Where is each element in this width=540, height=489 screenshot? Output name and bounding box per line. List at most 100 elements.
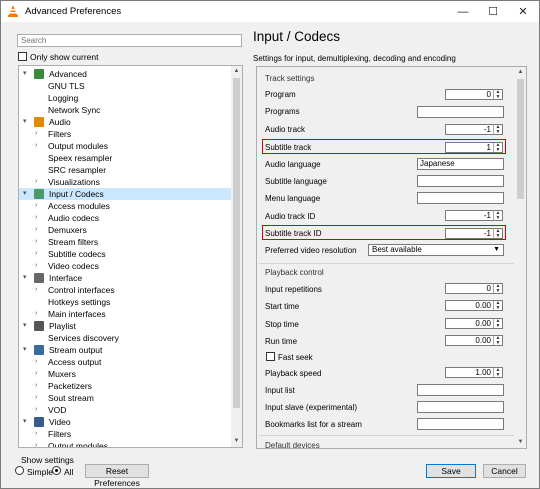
tree-item[interactable]: › Access output [19,356,231,368]
tree-item[interactable]: › Output modules [19,140,231,152]
audio-track-stepper[interactable]: -1 ▲ ▼ [445,124,503,135]
subtitle-track-id-stepper[interactable]: -1 ▲ ▼ [445,228,503,239]
tree-item[interactable]: › Access modules [19,200,231,212]
chevron-right-icon[interactable]: › [35,392,37,404]
chevron-down-icon[interactable]: ▾ [23,320,27,332]
close-button[interactable]: ✕ [508,1,538,22]
tree-item[interactable]: › Video codecs [19,260,231,272]
stepper-arrows-icon[interactable]: ▲ ▼ [493,229,502,238]
tree-item[interactable]: › Packetizers [19,380,231,392]
chevron-down-icon[interactable]: ▾ [23,272,27,284]
stepper-arrows-icon[interactable]: ▲ ▼ [493,211,502,220]
chevron-right-icon[interactable]: › [35,260,37,272]
tree-item[interactable]: ▾ Video [19,416,231,428]
settings-scroll-thumb[interactable] [517,79,524,199]
tree-item[interactable]: › Demuxers [19,224,231,236]
chevron-right-icon[interactable]: › [35,440,37,447]
tree-item[interactable]: SRC resampler [19,164,231,176]
tree-item[interactable]: ▾ Input / Codecs [19,188,231,200]
stepper-arrows-icon[interactable]: ▲ ▼ [493,336,502,345]
chevron-right-icon[interactable]: › [35,284,37,296]
tree-item[interactable]: › Filters [19,128,231,140]
chevron-down-icon[interactable]: ▾ [23,344,27,356]
chevron-right-icon[interactable]: › [35,380,37,392]
stepper-arrows-icon[interactable]: ▲ ▼ [493,368,502,377]
chevron-right-icon[interactable]: › [35,368,37,380]
chevron-right-icon[interactable]: › [35,176,37,188]
program-stepper[interactable]: 0 ▲ ▼ [445,89,503,100]
subtitle-track-stepper[interactable]: 1 ▲ ▼ [445,142,503,153]
only-show-current-checkbox[interactable] [18,52,27,61]
stepper-arrows-icon[interactable]: ▲ ▼ [493,125,502,134]
tree-item[interactable]: ▾ Stream output [19,344,231,356]
stepper-arrows-icon[interactable]: ▲ ▼ [493,319,502,328]
tree-item[interactable]: GNU TLS [19,80,231,92]
tree-item[interactable]: Services discovery [19,332,231,344]
settings-scrollbar[interactable]: ▲ ▼ [515,67,526,448]
tree-item[interactable]: › Control interfaces [19,284,231,296]
tree-item[interactable]: › Visualizations [19,176,231,188]
reset-preferences-button[interactable]: Reset Preferences [85,464,149,488]
chevron-down-icon[interactable]: ▾ [23,68,27,80]
simple-radio[interactable] [15,466,24,475]
chevron-right-icon[interactable]: › [35,248,37,260]
tree-scroll-thumb[interactable] [233,78,240,408]
subtitle-language-input[interactable] [417,175,504,187]
tree-item[interactable]: Logging [19,92,231,104]
tree-item[interactable]: › Audio codecs [19,212,231,224]
tree-item[interactable]: › Output modules [19,440,231,447]
all-radio[interactable] [52,466,61,475]
tree-item[interactable]: › Sout stream [19,392,231,404]
maximize-button[interactable]: ☐ [478,1,508,22]
chevron-right-icon[interactable]: › [35,140,37,152]
playback-speed-stepper[interactable]: 1.00 ▲ ▼ [445,367,503,378]
chevron-right-icon[interactable]: › [35,212,37,224]
preferred-resolution-select[interactable]: Best available ▼ [368,244,504,256]
tree-item[interactable]: › Muxers [19,368,231,380]
run-time-stepper[interactable]: 0.00 ▲ ▼ [445,335,503,346]
chevron-right-icon[interactable]: › [35,404,37,416]
tree-item[interactable]: Network Sync [19,104,231,116]
menu-language-input[interactable] [417,192,504,204]
fast-seek-checkbox[interactable] [266,352,275,361]
tree-item[interactable]: ▾ Audio [19,116,231,128]
tree-item[interactable]: › Main interfaces [19,308,231,320]
chevron-down-icon[interactable]: ▾ [23,116,27,128]
chevron-right-icon[interactable]: › [35,128,37,140]
scroll-up-icon[interactable]: ▲ [232,67,241,76]
category-tree[interactable]: › Output modules › Filters ▾ Video › VOD › Sout s… [18,65,243,448]
bookmarks-input[interactable] [417,418,504,430]
tree-item[interactable]: ▾ Interface [19,272,231,284]
tree-item[interactable]: › Filters [19,428,231,440]
chevron-down-icon[interactable]: ▾ [23,416,27,428]
scroll-down-icon[interactable]: ▼ [516,438,525,447]
scroll-down-icon[interactable]: ▼ [232,437,241,446]
tree-item[interactable]: ▾ Playlist [19,320,231,332]
tree-item[interactable]: › Subtitle codecs [19,248,231,260]
tree-item[interactable]: Speex resampler [19,152,231,164]
tree-item[interactable]: Hotkeys settings [19,296,231,308]
stepper-arrows-icon[interactable]: ▲ ▼ [493,90,502,99]
chevron-right-icon[interactable]: › [35,236,37,248]
stepper-arrows-icon[interactable]: ▲ ▼ [493,301,502,310]
programs-input[interactable] [417,106,504,118]
chevron-right-icon[interactable]: › [35,200,37,212]
start-time-stepper[interactable]: 0.00 ▲ ▼ [445,300,503,311]
stop-time-stepper[interactable]: 0.00 ▲ ▼ [445,318,503,329]
tree-item[interactable]: › VOD [19,404,231,416]
minimize-button[interactable]: — [448,1,478,22]
cancel-button[interactable]: Cancel [483,464,526,478]
stepper-arrows-icon[interactable]: ▲ ▼ [493,284,502,293]
audio-language-input[interactable]: Japanese [417,158,504,170]
chevron-right-icon[interactable]: › [35,356,37,368]
tree-scrollbar[interactable]: ▲ ▼ [231,66,242,447]
chevron-right-icon[interactable]: › [35,428,37,440]
tree-item[interactable]: › Stream filters [19,236,231,248]
save-button[interactable]: Save [426,464,476,478]
input-slave-input[interactable] [417,401,504,413]
input-list-input[interactable] [417,384,504,396]
scroll-up-icon[interactable]: ▲ [516,68,525,77]
stepper-arrows-icon[interactable]: ▲ ▼ [493,143,502,152]
search-input[interactable] [17,34,242,47]
chevron-right-icon[interactable]: › [35,224,37,236]
